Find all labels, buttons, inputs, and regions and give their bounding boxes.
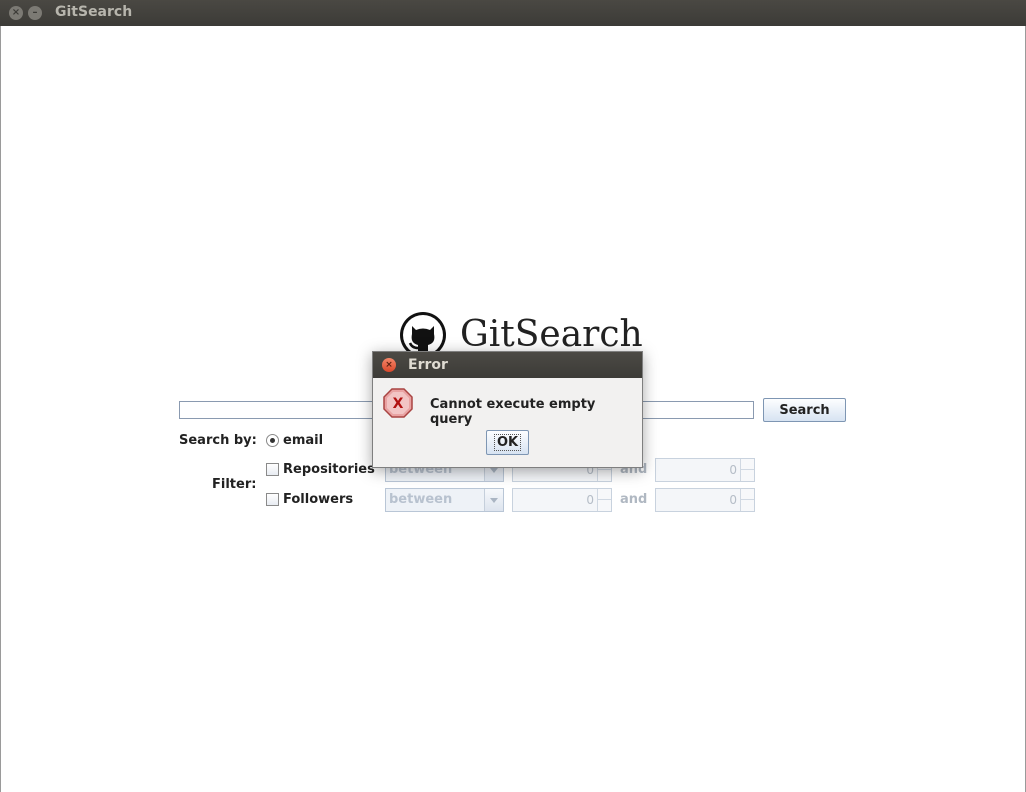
repositories-max-spinner[interactable]: 0 [655,458,755,482]
repositories-checkbox[interactable] [266,463,279,476]
window-title: GitSearch [55,4,133,20]
followers-max-spinner[interactable]: 0 [655,488,755,512]
followers-min-spinner[interactable]: 0 [512,488,612,512]
followers-label: Followers [283,492,354,507]
email-radio[interactable] [266,434,279,447]
search-button[interactable]: Search [763,398,846,422]
repositories-max-value: 0 [729,463,737,477]
followers-min-value: 0 [586,493,594,507]
window-titlebar: × – GitSearch [0,0,1026,26]
window-close-icon[interactable]: × [9,6,23,20]
followers-checkbox[interactable] [266,493,279,506]
ok-button[interactable]: OK [486,430,529,455]
error-icon-glyph: X [393,396,404,412]
spinner-arrows-icon[interactable] [740,489,754,511]
email-radio-label: email [283,433,324,448]
window-minimize-icon[interactable]: – [28,6,42,20]
followers-max-value: 0 [729,493,737,507]
followers-operator-value: between [389,492,453,507]
ok-button-label: OK [493,434,522,451]
error-icon: X [383,388,413,418]
repositories-label: Repositories [283,462,375,477]
and-label: and [620,492,648,507]
dialog-title: Error [408,357,448,373]
chevron-down-icon[interactable] [484,489,503,511]
spinner-arrows-icon[interactable] [740,459,754,481]
dialog-titlebar: × Error [373,352,642,378]
filter-label: Filter: [212,477,257,492]
search-by-label: Search by: [179,433,257,448]
spinner-arrows-icon[interactable] [597,489,611,511]
followers-operator-select[interactable]: between [385,488,504,512]
dialog-message: Cannot execute empty query [430,397,596,427]
dialog-close-icon[interactable]: × [382,358,396,372]
error-dialog: × Error X Cannot execute empty query OK [372,351,643,468]
